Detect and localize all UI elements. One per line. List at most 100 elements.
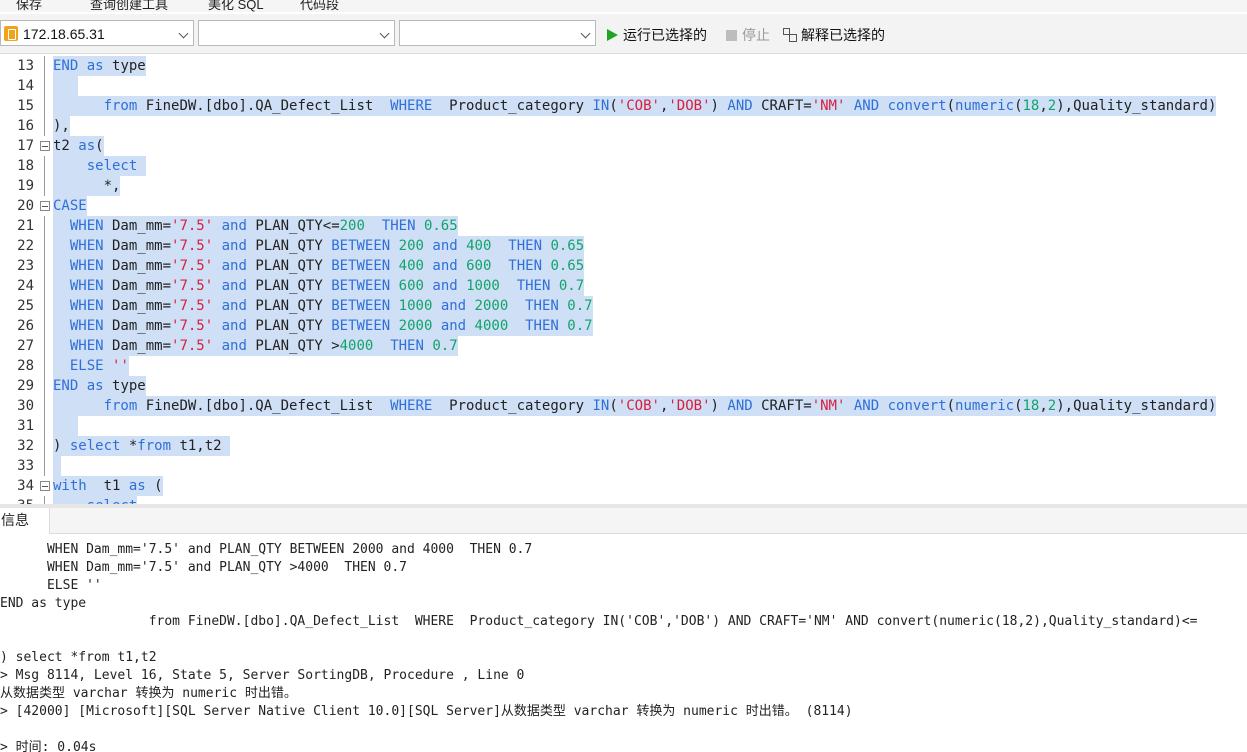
fold-guide xyxy=(44,376,45,396)
code-token: END xyxy=(53,58,79,74)
code-token: 2 xyxy=(1047,398,1057,414)
fold-toggle-icon[interactable] xyxy=(40,481,50,491)
line-number: 17 xyxy=(17,138,34,154)
message-line: ELSE '' xyxy=(0,578,102,593)
code-token: 400 xyxy=(398,258,424,274)
fold-guide xyxy=(44,176,45,196)
code-token: 0.7 xyxy=(567,318,593,334)
code-text: from FineDW.[dbo].QA_Defect_List WHERE P… xyxy=(53,96,1217,116)
code-token: 0.65 xyxy=(423,218,458,234)
line-number: 16 xyxy=(17,118,34,134)
code-line[interactable]: 13 END as type xyxy=(0,56,1247,76)
code-token: ), xyxy=(53,118,70,134)
explain-selected-label: 解释已选择的 xyxy=(801,27,885,43)
run-selected-button[interactable]: 运行已选择的 xyxy=(607,25,707,45)
fold-toggle-icon[interactable] xyxy=(40,141,50,151)
code-token: IN xyxy=(592,98,610,114)
code-token: type xyxy=(103,378,146,394)
fold-guide xyxy=(44,236,45,256)
code-token: and xyxy=(221,278,247,294)
code-line[interactable]: 27 WHEN Dam_mm='7.5' and PLAN_QTY >4000 … xyxy=(0,336,1247,356)
play-icon xyxy=(607,29,618,41)
line-number: 26 xyxy=(17,318,34,334)
fold-guide xyxy=(44,396,45,416)
stop-button[interactable]: 停止 xyxy=(726,25,770,45)
database-select[interactable] xyxy=(198,20,395,46)
code-snippet-button[interactable]: 代码段 xyxy=(300,0,339,12)
code-line[interactable]: 25 WHEN Dam_mm='7.5' and PLAN_QTY BETWEE… xyxy=(0,296,1247,316)
line-number: 35 xyxy=(0,496,34,504)
code-token: ) xyxy=(710,398,728,414)
fold-guide xyxy=(44,496,45,504)
code-line[interactable]: 15 from FineDW.[dbo].QA_Defect_List WHER… xyxy=(0,96,1247,116)
fold-toggle-icon[interactable] xyxy=(40,201,50,211)
code-line[interactable]: 16), xyxy=(0,116,1247,136)
line-number: 19 xyxy=(17,178,34,194)
code-token: Dam_mm= xyxy=(103,258,172,274)
code-token: ( xyxy=(946,98,956,114)
tab-info[interactable]: 信息 xyxy=(0,508,50,534)
query-builder-button[interactable]: 查询创建工具 xyxy=(90,0,168,12)
code-line[interactable]: 18 select xyxy=(0,156,1247,176)
code-line[interactable]: 21 WHEN Dam_mm='7.5' and PLAN_QTY<=200 T… xyxy=(0,216,1247,236)
code-line[interactable]: 26 WHEN Dam_mm='7.5' and PLAN_QTY BETWEE… xyxy=(0,316,1247,336)
code-token: BETWEEN xyxy=(331,318,391,334)
code-token: BETWEEN xyxy=(331,278,391,294)
code-line[interactable]: 22 WHEN Dam_mm='7.5' and PLAN_QTY BETWEE… xyxy=(0,236,1247,256)
message-line: WHEN Dam_mm='7.5' and PLAN_QTY BETWEEN 2… xyxy=(0,542,533,557)
code-token: as xyxy=(78,138,96,154)
line-number: 33 xyxy=(17,458,34,474)
code-line[interactable]: 34 with t1 as ( xyxy=(0,476,1247,496)
code-token: BETWEEN xyxy=(331,238,391,254)
message-line: 从数据类型 varchar 转换为 numeric 时出错。 xyxy=(0,686,297,701)
code-text: WHEN Dam_mm='7.5' and PLAN_QTY BETWEEN 1… xyxy=(53,296,593,316)
fold-guide xyxy=(44,156,45,176)
code-line[interactable]: 19 *, xyxy=(0,176,1247,196)
explain-selected-button[interactable]: 解释已选择的 xyxy=(783,25,885,45)
code-token: THEN xyxy=(508,258,542,274)
schema-select[interactable] xyxy=(399,20,596,46)
beautify-sql-button[interactable]: 美化 SQL xyxy=(208,0,264,12)
sql-editor[interactable]: 13 END as type 14 15 from FineDW.[dbo].QA_… xyxy=(0,55,1247,504)
line-number: 18 xyxy=(17,158,34,174)
code-text: select xyxy=(53,156,146,176)
code-line[interactable]: 30 from FineDW.[dbo].QA_Defect_List WHER… xyxy=(0,396,1247,416)
code-line[interactable]: 29 END as type xyxy=(0,376,1247,396)
code-line[interactable]: 28 ELSE '' xyxy=(0,356,1247,376)
connection-select[interactable]: 172.18.65.31 xyxy=(0,20,194,46)
code-line[interactable]: 32) select *from t1,t2 xyxy=(0,436,1247,456)
code-text: WHEN Dam_mm='7.5' and PLAN_QTY BETWEEN 2… xyxy=(53,316,593,336)
code-line[interactable]: 20 CASE xyxy=(0,196,1247,216)
line-number: 32 xyxy=(17,438,34,454)
code-line[interactable]: 33 xyxy=(0,456,1247,476)
code-token: ( xyxy=(95,138,104,154)
fold-guide xyxy=(44,116,45,136)
code-token: as xyxy=(86,58,104,74)
save-button[interactable]: 保存 xyxy=(16,0,42,12)
code-token: PLAN_QTY<= xyxy=(246,218,340,234)
code-line[interactable]: 14 xyxy=(0,76,1247,96)
code-line[interactable]: 17 t2 as( xyxy=(0,136,1247,156)
code-line[interactable]: 31 xyxy=(0,416,1247,436)
fold-guide xyxy=(44,56,45,76)
code-token: Dam_mm= xyxy=(103,278,172,294)
code-token: 0.7 xyxy=(558,278,585,294)
code-line[interactable]: 24 WHEN Dam_mm='7.5' and PLAN_QTY BETWEE… xyxy=(0,276,1247,296)
code-line[interactable]: 23 WHEN Dam_mm='7.5' and PLAN_QTY BETWEE… xyxy=(0,256,1247,276)
code-line[interactable]: 35 select xyxy=(0,496,1247,504)
